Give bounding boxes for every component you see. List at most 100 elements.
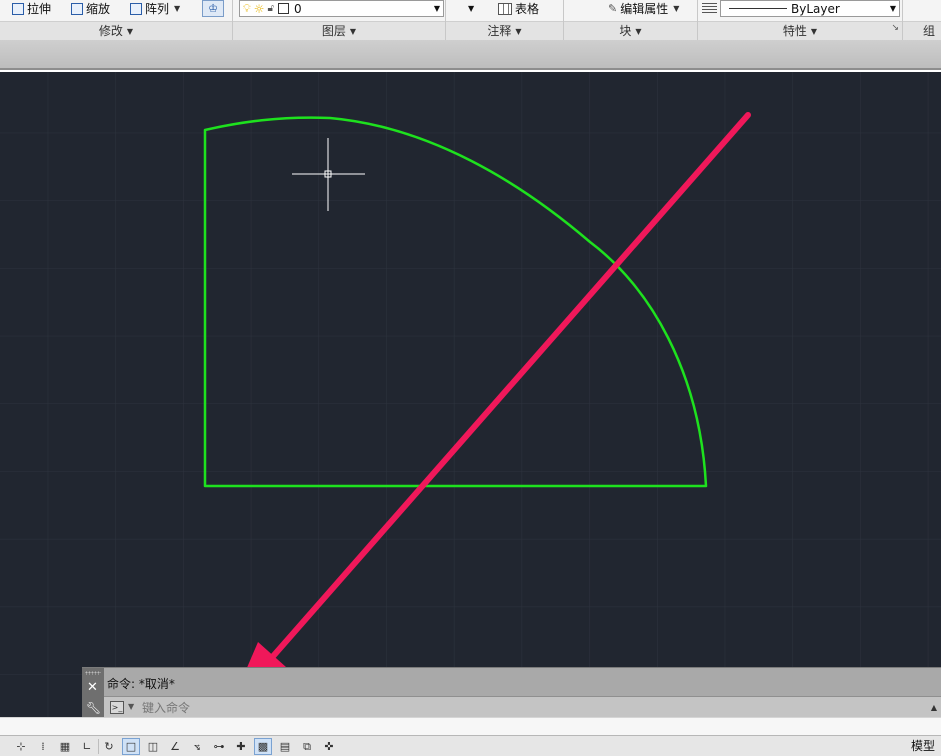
- command-input-row: >_ ▼ ▲: [104, 696, 941, 718]
- chevron-down-icon: ▼: [515, 27, 522, 36]
- command-line-window: ✕ 🔧︎ 命令: *取消* >_ ▼ ▲: [82, 667, 941, 718]
- edit-attributes-icon: ✎: [608, 2, 618, 15]
- command-prompt-icon[interactable]: >_: [110, 701, 124, 714]
- table-icon: [498, 2, 512, 15]
- panel-title-annotation-label: 注释: [487, 24, 512, 38]
- edit-attributes-button[interactable]: ✎ 编辑属性 ▼: [608, 0, 679, 17]
- object-snap-tracking-toggle[interactable]: ∠: [166, 738, 184, 755]
- annotation-dropdown-button[interactable]: ▼: [468, 0, 474, 17]
- panel-title-properties-label: 特性: [782, 24, 807, 38]
- panel-modify: 拉伸 缩放 阵列 ▼ ♔ 修改 ▼: [0, 0, 233, 40]
- command-input[interactable]: [142, 699, 922, 717]
- grid-display-toggle[interactable]: ▦: [56, 738, 74, 755]
- ribbon: 拉伸 缩放 阵列 ▼ ♔ 修改 ▼ 💡︎ ☼ 🔓︎ 0 ▼ 图层 ▼ ▼ 表格 …: [0, 0, 941, 40]
- offset-icon: ♔: [208, 2, 218, 15]
- chevron-up-icon[interactable]: ▲: [931, 703, 937, 712]
- polar-icon: ↻: [104, 740, 114, 753]
- snap-mode-toggle[interactable]: ⁞: [34, 738, 52, 755]
- panel-title-properties[interactable]: 特性 ▼ ↘: [698, 21, 902, 40]
- panel-layers: 💡︎ ☼ 🔓︎ 0 ▼ 图层 ▼: [233, 0, 446, 40]
- command-line-grip[interactable]: ✕ 🔧︎: [82, 668, 104, 718]
- panel-title-block[interactable]: 块 ▼: [564, 21, 697, 40]
- sun-icon: ☼: [253, 1, 265, 16]
- annotation-monitor-toggle[interactable]: ✜: [320, 738, 338, 755]
- infer-constraints-toggle[interactable]: ⊹: [12, 738, 30, 755]
- color-swatch-icon: [277, 3, 289, 14]
- chevron-down-icon[interactable]: ▼: [128, 702, 134, 711]
- stretch-button[interactable]: 拉伸: [12, 0, 51, 17]
- stretch-label: 拉伸: [27, 2, 52, 16]
- panel-title-modify-label: 修改: [98, 24, 123, 38]
- scale-label: 缩放: [86, 2, 111, 16]
- current-layer-name: 0: [293, 1, 302, 16]
- dynamic-input-toggle[interactable]: ⊶: [210, 738, 228, 755]
- ortho-mode-toggle[interactable]: ∟: [78, 738, 96, 755]
- infer-constraints-icon: ⊹: [16, 740, 26, 753]
- chevron-down-icon: ▼: [889, 4, 896, 13]
- lineweight-icon: ✚: [236, 740, 246, 753]
- scale-icon: [71, 2, 83, 15]
- panel-title-modify[interactable]: 修改 ▼: [0, 21, 232, 40]
- model-space-button[interactable]: 模型: [911, 738, 941, 755]
- panel-title-layers-label: 图层: [321, 24, 346, 38]
- linetype-line-icon: [729, 8, 787, 9]
- table-label: 表格: [515, 2, 540, 16]
- panel-title-block-label: 块: [619, 24, 632, 38]
- scale-button[interactable]: 缩放: [71, 0, 110, 17]
- object-snap-toggle[interactable]: □: [122, 738, 140, 755]
- wrench-icon[interactable]: 🔧︎: [86, 701, 101, 715]
- chevron-down-icon: ▼: [126, 27, 134, 36]
- 3d-object-snap-toggle[interactable]: ◫: [144, 738, 162, 755]
- quick-properties-icon: ▤: [279, 740, 291, 753]
- chevron-down-icon: ▼: [468, 4, 475, 13]
- panel-properties: ByLayer ▼ 特性 ▼ ↘: [698, 0, 903, 40]
- quick-properties-toggle[interactable]: ▤: [276, 738, 294, 755]
- polar-tracking-toggle[interactable]: ↻: [100, 738, 118, 755]
- linetype-value: ByLayer: [791, 1, 840, 16]
- panel-title-annotation[interactable]: 注释 ▼: [446, 21, 563, 40]
- linetype-icon: [702, 3, 717, 14]
- array-button[interactable]: 阵列 ▼: [130, 0, 180, 17]
- 3d-snap-icon: ◫: [147, 740, 159, 753]
- selection-cycling-toggle[interactable]: ⧉: [298, 738, 316, 755]
- drag-handle-icon[interactable]: [85, 671, 101, 675]
- drawing-canvas[interactable]: [0, 72, 941, 718]
- annotation-monitor-icon: ✜: [324, 740, 334, 753]
- dialog-launcher-icon[interactable]: ↘: [891, 19, 899, 37]
- table-button[interactable]: 表格: [498, 0, 539, 17]
- dynamic-input-icon: ⊶: [213, 740, 225, 753]
- ucs-icon: ⦪: [193, 739, 201, 753]
- offset-button[interactable]: ♔: [202, 0, 224, 17]
- ortho-icon: ∟: [82, 740, 92, 753]
- transparency-toggle[interactable]: ▩: [254, 738, 272, 755]
- chevron-down-icon: ▼: [673, 4, 680, 13]
- chevron-down-icon: ▼: [810, 27, 818, 36]
- snap-icon: ⁞: [41, 740, 45, 753]
- stretch-icon: [12, 2, 24, 15]
- object-snap-icon: □: [125, 740, 137, 753]
- panel-title-group[interactable]: 组: [903, 21, 941, 40]
- chevron-down-icon: ▼: [433, 4, 440, 13]
- grid-icon: ▦: [59, 740, 71, 753]
- file-tab-strip: [0, 40, 941, 70]
- panel-title-layers[interactable]: 图层 ▼: [233, 21, 445, 40]
- drawing-svg: [0, 72, 941, 718]
- status-separator: [98, 739, 99, 754]
- lightbulb-icon: 💡︎: [243, 1, 251, 15]
- close-icon[interactable]: ✕: [87, 681, 98, 694]
- panel-group: 组: [903, 0, 941, 40]
- tracking-icon: ∠: [170, 740, 180, 753]
- lineweight-toggle[interactable]: ✚: [232, 738, 250, 755]
- linetype-dropdown[interactable]: ByLayer ▼: [720, 0, 900, 17]
- chevron-down-icon: ▼: [349, 27, 357, 36]
- layer-dropdown[interactable]: 💡︎ ☼ 🔓︎ 0 ▼: [239, 0, 444, 17]
- status-bar: ⊹ ⁞ ▦ ∟ ↻ □ ◫ ∠ ⦪ ⊶ ✚ ▩ ▤ ⧉ ✜ 模型: [0, 735, 941, 756]
- panel-annotation: ▼ 表格 注释 ▼: [446, 0, 564, 40]
- array-icon: [130, 2, 142, 15]
- dynamic-ucs-toggle[interactable]: ⦪: [188, 738, 206, 755]
- layout-tabs-bar: [0, 717, 941, 735]
- command-history-text: 命令: *取消*: [107, 677, 175, 691]
- chevron-down-icon: ▼: [174, 4, 181, 13]
- lock-icon: 🔓︎: [267, 3, 274, 14]
- selection-cycling-icon: ⧉: [303, 739, 311, 753]
